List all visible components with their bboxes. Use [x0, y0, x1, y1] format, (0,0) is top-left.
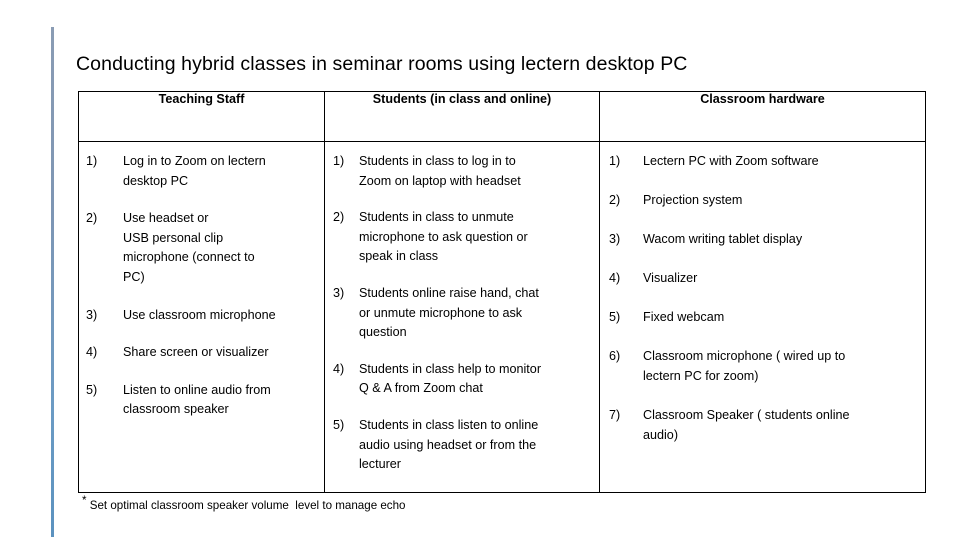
- list-item-label: Classroom microphone ( wired up to lecte…: [643, 349, 846, 384]
- list-item-label: Students in class help to monitor Q & A …: [359, 361, 542, 396]
- table-row: 1) Log in to Zoom on lectern desktop PC 2)…: [78, 141, 926, 493]
- list-item-label: Students in class to unmute microphone t…: [359, 210, 528, 264]
- table-body: 1) Log in to Zoom on lectern desktop PC 2)…: [78, 141, 926, 493]
- list-item-marker: 3): [609, 232, 621, 247]
- list-item-label: Projection system: [643, 193, 743, 208]
- list-item-marker: 4): [609, 271, 621, 286]
- table-header-row: Teaching Staff Students (in class and on…: [78, 91, 926, 142]
- list-item-label: Log in to Zoom on lectern desktop PC: [123, 154, 266, 188]
- list-item-marker: 2): [609, 193, 621, 208]
- list-item: 7) Classroom Speaker ( students online au…: [600, 406, 925, 445]
- list-item: 6) Classroom microphone ( wired up to lec…: [600, 347, 925, 386]
- footnote: * Set optimal classroom speaker volume l…: [82, 495, 406, 513]
- column-header-teaching-staff: Teaching Staff: [78, 91, 325, 142]
- list-item-marker: 2): [333, 210, 345, 225]
- list-item: 2) Students in class to unmute microphone…: [325, 208, 599, 267]
- list-item-label: Students in class listen to online audio…: [359, 417, 539, 472]
- list-item-marker: 1): [609, 154, 621, 168]
- list-item-marker: 3): [333, 285, 345, 300]
- list-item: 5) Students in class listen to online aud…: [325, 416, 599, 475]
- list-item-marker: 1): [86, 154, 98, 168]
- list-item: 5) Listen to online audio from classroom …: [79, 381, 324, 420]
- cell-students: 1) Students in class to log in to Zoom on…: [324, 141, 600, 493]
- hybrid-classes-table: Teaching Staff Students (in class and on…: [78, 91, 926, 493]
- list-item-label: Classroom Speaker ( students online audi…: [643, 408, 850, 442]
- list-item-marker: 5): [609, 310, 621, 325]
- list-item: 3) Use classroom microphone: [79, 306, 324, 326]
- page-title: Conducting hybrid classes in seminar roo…: [76, 53, 688, 75]
- list-item-marker: 2): [86, 211, 98, 226]
- list-item: 1) Lectern PC with Zoom software: [600, 152, 925, 172]
- list-item-marker: 7): [609, 408, 621, 423]
- list-item: 1) Students in class to log in to Zoom on…: [325, 152, 599, 191]
- list-item-marker: 4): [86, 345, 98, 360]
- teaching-staff-list: 1) Log in to Zoom on lectern desktop PC 2)…: [79, 142, 324, 420]
- column-header-students: Students (in class and online): [324, 91, 600, 142]
- list-item-label: Students online raise hand, chat or unmu…: [359, 285, 539, 340]
- students-list: 1) Students in class to log in to Zoom on…: [325, 142, 599, 475]
- list-item: 1) Log in to Zoom on lectern desktop PC: [79, 152, 324, 191]
- list-item-marker: 6): [609, 349, 621, 364]
- cell-teaching-staff: 1) Log in to Zoom on lectern desktop PC 2)…: [78, 141, 325, 493]
- list-item: 3) Wacom writing tablet display: [600, 230, 925, 250]
- list-item-label: Students in class to log in to Zoom on l…: [359, 154, 521, 188]
- list-item-marker: 5): [333, 417, 345, 432]
- left-accent-bar: [51, 27, 54, 537]
- list-item: 5) Fixed webcam: [600, 308, 925, 328]
- list-item-label: Wacom writing tablet display: [643, 232, 803, 247]
- list-item-label: Share screen or visualizer: [123, 345, 269, 360]
- list-item: 2) Use headset or USB personal clip micro…: [79, 209, 324, 287]
- list-item-marker: 5): [86, 382, 98, 397]
- list-item: 3) Students online raise hand, chat or un…: [325, 284, 599, 343]
- list-item-label: Visualizer: [643, 271, 698, 286]
- list-item: 4) Visualizer: [600, 269, 925, 289]
- list-item-label: Listen to online audio from classroom sp…: [123, 382, 271, 417]
- list-item-label: Lectern PC with Zoom software: [643, 154, 819, 168]
- list-item-marker: 1): [333, 154, 345, 168]
- cell-classroom-hardware: 1) Lectern PC with Zoom software 2) Project…: [599, 141, 926, 493]
- list-item-marker: 3): [86, 307, 98, 322]
- column-header-classroom-hardware: Classroom hardware: [599, 91, 926, 142]
- list-item-label: Fixed webcam: [643, 310, 725, 325]
- list-item: 4) Share screen or visualizer: [79, 343, 324, 363]
- list-item: 2) Projection system: [600, 191, 925, 211]
- list-item-marker: 4): [333, 361, 345, 376]
- list-item: 4) Students in class help to monitor Q & …: [325, 360, 599, 399]
- list-item-label: Use classroom microphone: [123, 307, 276, 322]
- list-item-label: Use headset or USB personal clip microph…: [123, 211, 255, 284]
- classroom-hardware-list: 1) Lectern PC with Zoom software 2) Project…: [600, 142, 925, 445]
- footnote-text: Set optimal classroom speaker volume lev…: [86, 499, 406, 512]
